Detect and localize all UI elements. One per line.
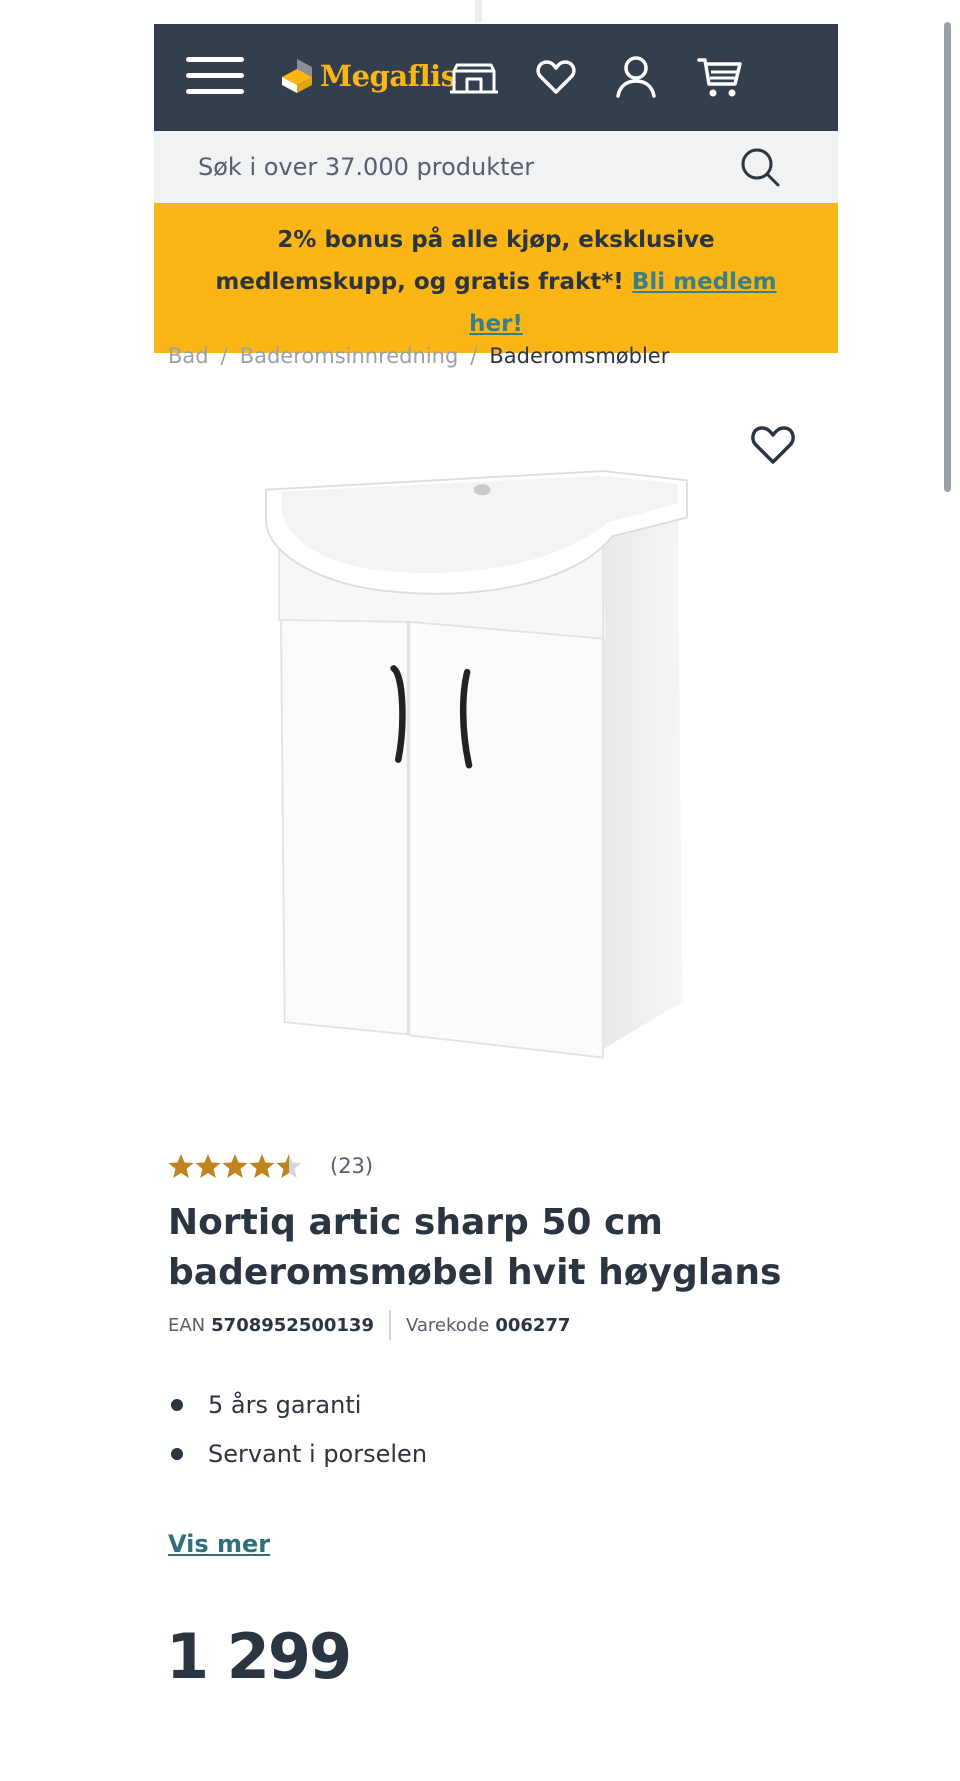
top-edge [475,0,482,22]
star-icon [222,1154,248,1178]
site-header: Megaflis [154,24,838,131]
ean-label: EAN [168,1314,206,1336]
breadcrumb-baderomsinnredning[interactable]: Baderomsinnredning [240,344,459,368]
feature-item: 5 års garanti [168,1380,427,1429]
review-count[interactable]: (23) [330,1154,373,1178]
product-rating[interactable]: (23) [168,1152,373,1180]
heart-icon [536,60,576,94]
scrollbar[interactable] [944,22,951,492]
code-divider [388,1310,391,1340]
code-value: 006277 [495,1314,571,1336]
account-button[interactable] [608,52,664,102]
breadcrumb-current: Baderomsmøbler [489,344,670,368]
feature-item: Servant i porselen [168,1429,427,1478]
star-icon [195,1154,221,1178]
cart-button[interactable] [692,52,748,102]
membership-banner: 2% bonus på alle kjøp, eksklusive medlem… [154,203,838,353]
search-bar [154,131,838,203]
page: Megaflis Søk i over 37.000 produkter 2% … [154,24,838,353]
product-title: Nortiq artic sharp 50 cm baderomsmøbel h… [168,1202,782,1293]
star-icon [249,1154,275,1178]
cart-icon [697,58,742,97]
user-icon [616,56,656,98]
search-button[interactable] [738,145,782,189]
bullet-icon [171,1447,183,1460]
bullet-icon [171,1398,183,1411]
store-button[interactable] [446,52,502,102]
code-label: Varekode [405,1314,490,1336]
store-icon [450,63,498,94]
product-codes: EAN 5708952500139 Varekode 006277 [168,1310,570,1340]
add-to-wishlist-button[interactable] [750,424,796,470]
product-image[interactable] [240,410,780,1100]
search-input[interactable] [198,149,718,185]
breadcrumb: Bad / Baderomsinnredning / Baderomsmøbler [168,344,670,368]
brand-name: Megaflis [320,59,457,93]
logo[interactable]: Megaflis [280,52,457,100]
product-price: 1 299 [166,1620,352,1693]
star-icon [168,1154,194,1178]
search-icon [741,148,780,187]
rating-stars [168,1152,304,1180]
logo-mark-icon [282,59,312,93]
heart-icon [751,426,795,464]
ean-value: 5708952500139 [211,1314,374,1336]
show-more-link[interactable]: Vis mer [168,1530,270,1558]
wishlist-button[interactable] [528,52,584,102]
menu-button[interactable] [186,54,244,98]
feature-list: 5 års garanti Servant i porselen [168,1380,427,1478]
breadcrumb-bad[interactable]: Bad [168,344,209,368]
